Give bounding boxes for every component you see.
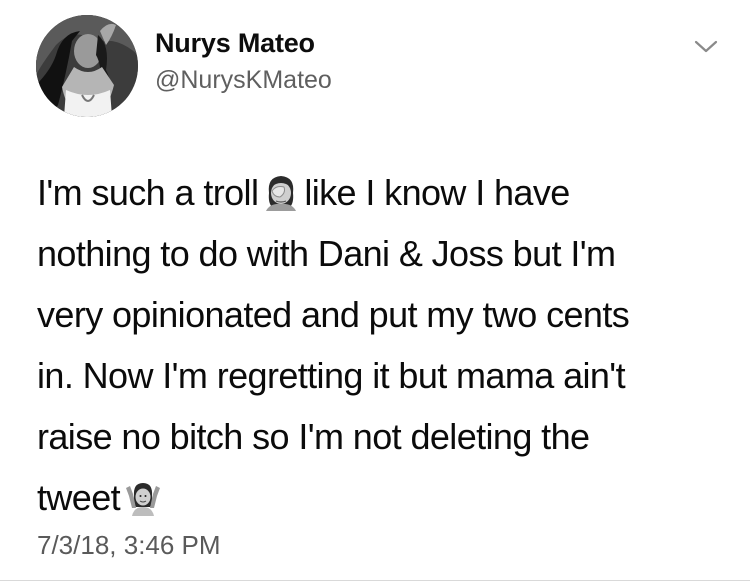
tweet-line: very opinionated and put my two cents <box>37 294 630 335</box>
woman-facepalming-emoji-icon <box>262 168 300 211</box>
tweet-text-segment: I'm such a troll <box>37 172 259 213</box>
divider <box>0 580 750 581</box>
chevron-down-icon[interactable] <box>692 36 720 56</box>
user-handle[interactable]: @NurysKMateo <box>155 66 332 95</box>
tweet-line: in. Now I'm regretting it but mama ain't <box>37 355 626 396</box>
tweet-card: Nurys Mateo @NurysKMateo I'm such a trol… <box>0 0 750 586</box>
woman-shrugging-emoji-icon <box>124 473 162 516</box>
display-name[interactable]: Nurys Mateo <box>155 28 315 59</box>
tweet-line: nothing to do with Dani & Joss but I'm <box>37 233 616 274</box>
tweet-text: I'm such a troll like I know I have noth… <box>37 162 727 528</box>
tweet-line: I'm such a troll like I know I have <box>37 162 727 223</box>
tweet-line: raise no bitch so I'm not deleting the <box>37 416 590 457</box>
avatar[interactable] <box>36 15 138 117</box>
tweet-text-segment: like I know I have <box>304 172 570 213</box>
profile-photo-icon <box>36 15 138 117</box>
tweet-line: tweet <box>37 467 727 528</box>
tweet-timestamp[interactable]: 7/3/18, 3:46 PM <box>37 530 221 561</box>
tweet-text-segment: tweet <box>37 477 121 518</box>
